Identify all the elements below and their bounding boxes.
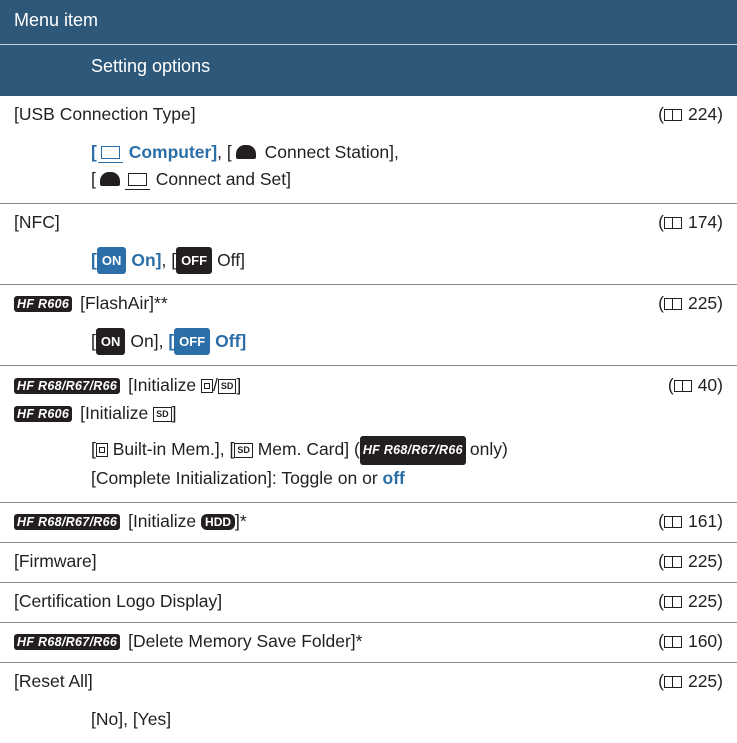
section-flashair: HF R606 [FlashAir]** (225) [ON On], [OFF Of… [0, 285, 737, 366]
model-badge-r606: HF R606 [14, 296, 73, 312]
sd-card-icon: SD [234, 443, 253, 458]
section-certification: [Certification Logo Display] (225) [0, 583, 737, 623]
initialize-complete-off: off [382, 468, 405, 488]
hdd-icon: HDD [201, 514, 236, 530]
reset-label: [Reset All] [14, 671, 93, 691]
computer-icon [124, 173, 150, 190]
model-badge-r68: HF R68/R67/R66 [14, 378, 121, 394]
delete-folder-label: [Delete Memory Save Folder]* [128, 631, 363, 651]
usb-label: [USB Connection Type] [14, 104, 196, 124]
usb-option-computer: Computer] [128, 142, 218, 162]
section-usb-connection-type: [USB Connection Type] (224) [ Computer],… [0, 96, 737, 204]
initialize-option-card: Mem. Card] ( [257, 439, 360, 459]
book-icon [663, 516, 682, 528]
book-icon [663, 596, 682, 608]
nfc-label: [NFC] [14, 212, 60, 232]
initialize-label: [Initialize / SD] [128, 375, 242, 395]
usb-option-connect-station: Connect Station], [264, 142, 399, 162]
model-badge-r68: HF R68/R67/R66 [14, 634, 121, 650]
section-reset-all: [Reset All] (225) [No], [Yes] [0, 663, 737, 743]
firmware-label: [Firmware] [14, 551, 97, 571]
firmware-page-ref: (225) [658, 551, 723, 571]
reset-options: [No], [Yes] [91, 709, 172, 729]
section-initialize-hdd: HF R68/R67/R66 [Initialize HDD]* (161) [0, 503, 737, 543]
off-icon: OFF [174, 328, 211, 355]
book-icon [663, 217, 682, 229]
initialize-complete-option: [Complete Initialization]: Toggle on or [91, 468, 383, 488]
flashair-page-ref: (225) [658, 293, 723, 313]
header-menu-item: Menu item [14, 10, 99, 30]
header-setting-options: Setting options [91, 56, 211, 76]
flashair-option-on: On], [130, 331, 169, 351]
section-firmware: [Firmware] (225) [0, 543, 737, 583]
section-delete-folder: HF R68/R67/R66 [Delete Memory Save Folder… [0, 623, 737, 663]
book-icon [663, 109, 682, 121]
certification-page-ref: (225) [658, 591, 723, 611]
initialize-option-built-in: Built-in Mem.], [ [112, 439, 235, 459]
flashair-option-off: Off] [215, 331, 247, 351]
built-in-memory-icon [201, 379, 214, 393]
nfc-options: [ON On], [OFF Off] [0, 243, 737, 284]
book-icon [663, 556, 682, 568]
table-header: Menu item Setting options [0, 0, 737, 96]
book-icon [663, 676, 682, 688]
delete-folder-page-ref: (160) [658, 631, 723, 651]
model-badge-r606: HF R606 [14, 406, 73, 422]
book-icon [673, 380, 692, 392]
nfc-page-ref: (174) [658, 212, 723, 232]
built-in-memory-icon [95, 443, 108, 457]
on-icon: ON [95, 328, 126, 355]
flashair-label: [FlashAir]** [80, 293, 168, 313]
book-icon [663, 636, 682, 648]
init-hdd-label: [Initialize HDD]* [128, 511, 247, 531]
book-icon [663, 298, 682, 310]
certification-label: [Certification Logo Display] [14, 591, 223, 611]
computer-icon [97, 146, 123, 163]
usb-option-connect-and-set: Connect and Set] [155, 169, 291, 189]
section-initialize: HF R68/R67/R66 [Initialize / SD] (40) HF R… [0, 372, 737, 503]
flashair-options: [ON On], [OFF Off] [0, 324, 737, 365]
off-icon: OFF [176, 247, 213, 274]
usb-page-ref: (224) [658, 104, 723, 124]
section-nfc: [NFC] (174) [ON On], [OFF Off] [0, 204, 737, 285]
header-divider [0, 44, 737, 45]
reset-page-ref: (225) [658, 671, 723, 691]
model-badge-r68: HF R68/R67/R66 [14, 514, 121, 530]
usb-options: [ Computer], [ Connect Station], [ Conne… [91, 142, 399, 190]
nfc-option-on: On] [131, 250, 162, 270]
connect-station-icon [99, 172, 120, 186]
sd-card-icon: SD [217, 379, 237, 394]
init-hdd-page-ref: (161) [658, 511, 723, 531]
connect-station-icon [235, 145, 256, 159]
on-icon: ON [96, 247, 127, 274]
initialize-options: [ Built-in Mem.], [SD Mem. Card] (HF R68… [0, 428, 737, 502]
sd-card-icon: SD [153, 407, 172, 422]
nfc-option-off: Off] [217, 250, 245, 270]
model-badge-r68: HF R68/R67/R66 [359, 436, 466, 465]
initialize-page-ref: (40) [667, 375, 723, 395]
initialize-sd-label: [Initialize SD] [80, 403, 177, 423]
